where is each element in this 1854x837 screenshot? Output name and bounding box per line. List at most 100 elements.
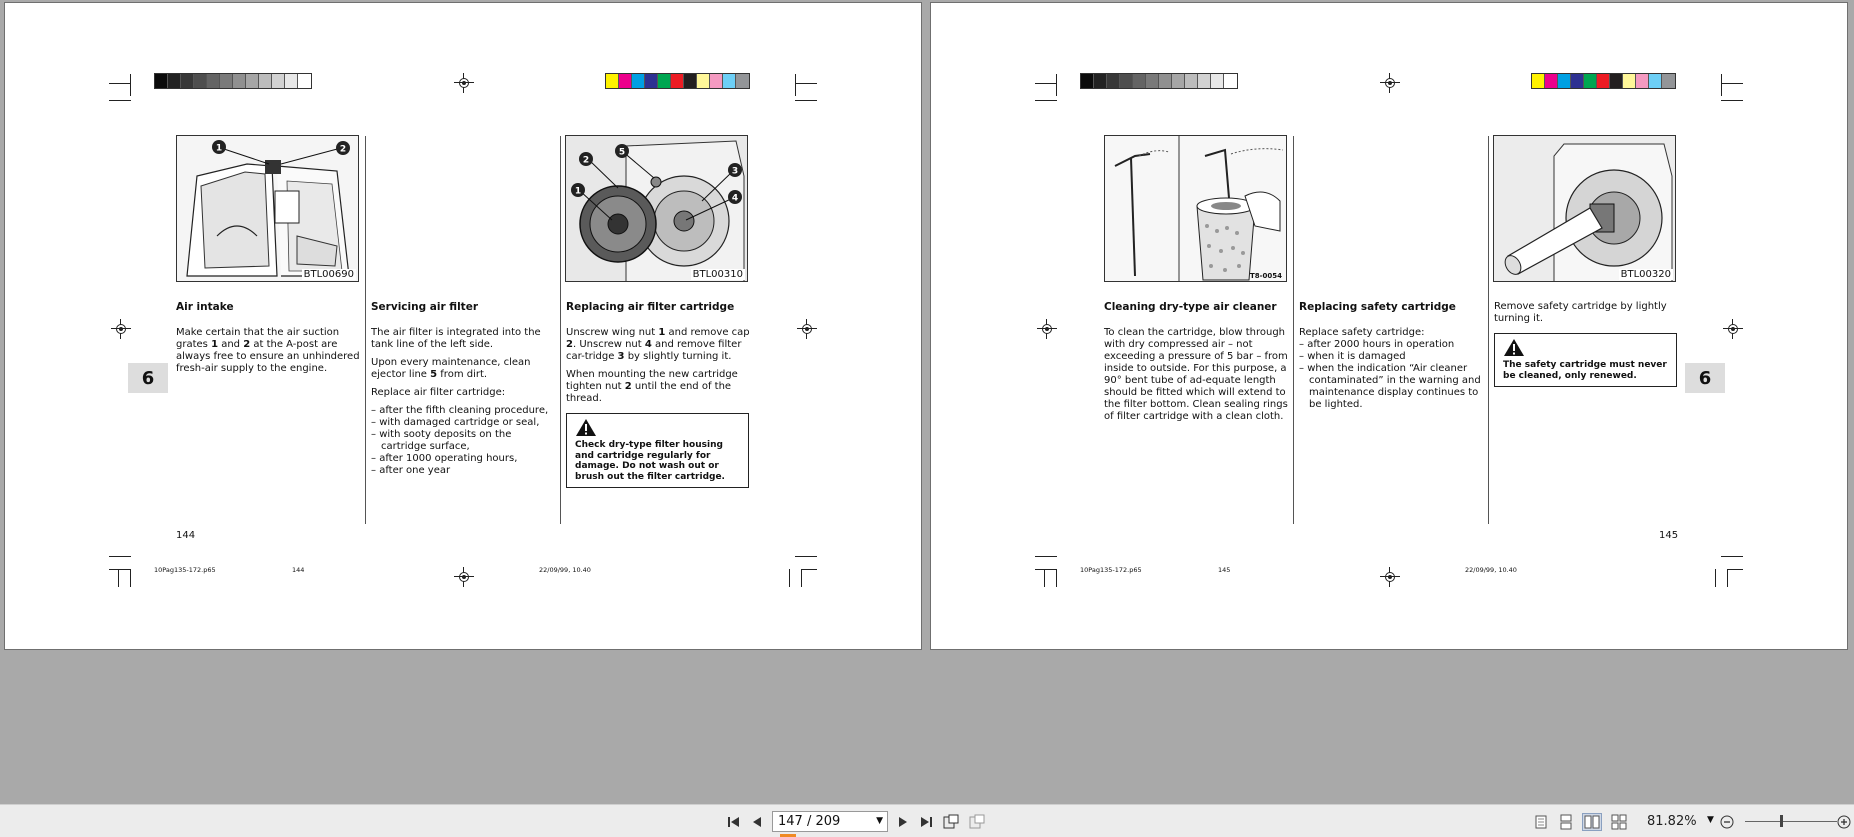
viewer-toolbar: 147 / 209 ▼ 81.82% ▼ <box>0 804 1854 837</box>
single-page-view-icon[interactable] <box>1533 813 1549 831</box>
list-item: when the indication “Air cleaner contami… <box>1299 363 1487 411</box>
callout-label: 1 <box>575 187 581 197</box>
color-swatch <box>1081 74 1094 88</box>
two-page-view-icon[interactable] <box>1582 813 1602 831</box>
list-item: after the fifth cleaning procedure, <box>371 405 559 417</box>
slug-date: 22/09/99, 10.40 <box>1465 566 1517 574</box>
replacing-safety-cartridge-column: Replacing safety cartridge Replace safet… <box>1299 301 1487 411</box>
callout-5: 5 <box>615 144 629 158</box>
section-paragraph: Upon every maintenance, clean ejector li… <box>371 357 531 380</box>
color-swatch <box>1107 74 1120 88</box>
color-swatch <box>619 74 632 88</box>
process-color-bar <box>605 73 750 89</box>
color-swatch <box>298 74 311 88</box>
color-swatch <box>606 74 619 88</box>
callout-label: 4 <box>732 194 738 204</box>
callout-label: 3 <box>732 167 738 177</box>
zoom-out-icon[interactable] <box>1719 813 1735 831</box>
section-title: Air intake <box>176 301 234 313</box>
fit-width-icon[interactable] <box>968 813 986 831</box>
crop-mark <box>1715 569 1716 587</box>
warning-triangle-icon <box>576 419 596 436</box>
color-swatch <box>1172 74 1185 88</box>
fit-page-icon[interactable] <box>942 813 960 831</box>
warning-text: The safety cartridge must never be clean… <box>1503 360 1667 381</box>
page-number-input[interactable]: 147 / 209 ▼ <box>772 811 888 832</box>
continuous-view-icon[interactable] <box>1558 813 1574 831</box>
zoom-slider-thumb[interactable] <box>1780 815 1783 827</box>
prev-page-icon[interactable] <box>750 813 764 831</box>
replacement-conditions-list: after 2000 hours in operation when it is… <box>1299 339 1487 411</box>
slug-file: 10Pag135-172.p65 <box>154 566 216 574</box>
crop-mark <box>1035 556 1057 557</box>
remove-safety-cartridge-column: Remove safety cartridge by lightly turni… <box>1494 301 1682 387</box>
color-swatch <box>1224 74 1237 88</box>
crop-mark <box>130 74 131 96</box>
crop-mark <box>795 83 817 84</box>
section-body: To clean the cartridge, blow through wit… <box>1104 327 1288 422</box>
crop-mark <box>109 100 131 101</box>
chevron-down-icon[interactable]: ▼ <box>876 812 883 831</box>
color-swatch <box>632 74 645 88</box>
color-swatch <box>710 74 723 88</box>
color-swatch <box>697 74 710 88</box>
color-swatch <box>285 74 298 88</box>
color-swatch <box>1185 74 1198 88</box>
color-swatch <box>1532 74 1545 88</box>
zoom-dropdown-chevron-down-icon[interactable]: ▼ <box>1707 815 1714 825</box>
figure-code: T8-0054 <box>1249 272 1282 280</box>
zoom-slider-track[interactable] <box>1745 821 1837 822</box>
color-swatch <box>658 74 671 88</box>
crop-mark <box>1056 74 1057 96</box>
zoom-level: 81.82% <box>1647 814 1697 829</box>
crop-mark <box>109 556 131 557</box>
crop-mark <box>789 569 790 587</box>
left-document-page: 1 2 BTL00690 1 2 3 4 5 BTL00310 6 Air in… <box>4 2 922 650</box>
crop-mark <box>1721 556 1743 557</box>
color-swatch <box>246 74 259 88</box>
crop-mark <box>1035 83 1057 84</box>
figure-code: BTL00320 <box>1618 269 1673 280</box>
zoom-in-icon[interactable] <box>1836 813 1852 831</box>
slug-page: 145 <box>1218 566 1231 574</box>
warning-box: Check dry-type filter housing and cartri… <box>566 413 749 488</box>
color-swatch <box>194 74 207 88</box>
slug-date: 22/09/99, 10.40 <box>539 566 591 574</box>
registration-crosshair-icon <box>1380 567 1400 587</box>
crop-mark <box>1044 569 1045 587</box>
next-page-icon[interactable] <box>896 813 910 831</box>
section-paragraph: Remove safety cartridge by lightly turni… <box>1494 301 1667 324</box>
first-page-icon[interactable] <box>726 813 742 831</box>
replacing-air-filter-column: Replacing air filter cartridge Unscrew w… <box>566 301 754 488</box>
callout-3: 3 <box>728 163 742 177</box>
callout-2: 2 <box>579 152 593 166</box>
air-filter-figure: 1 2 3 4 5 BTL00310 <box>565 135 748 282</box>
compressed-air-cleaning-illustration <box>1105 136 1286 281</box>
color-swatch <box>1120 74 1133 88</box>
color-swatch <box>723 74 736 88</box>
last-page-icon[interactable] <box>918 813 934 831</box>
section-paragraph: Replace safety cartridge: <box>1299 327 1425 338</box>
safety-cartridge-illustration <box>1494 136 1675 281</box>
warning-text: Check dry-type filter housing and cartri… <box>575 440 725 482</box>
color-swatch <box>220 74 233 88</box>
warning-triangle-icon <box>1504 339 1524 356</box>
color-swatch <box>1597 74 1610 88</box>
air-intake-column: Air intake Make certain that the air suc… <box>176 301 364 381</box>
two-page-continuous-icon[interactable] <box>1610 813 1628 831</box>
gray-color-bar <box>1080 73 1238 89</box>
color-swatch <box>1558 74 1571 88</box>
section-paragraph: The air filter is integrated into the ta… <box>371 327 541 350</box>
registration-crosshair-icon <box>1037 319 1057 339</box>
list-item: after 1000 operating hours, <box>371 453 559 465</box>
callout-label: 2 <box>583 156 589 166</box>
page-number: 145 <box>1659 530 1679 541</box>
color-swatch <box>168 74 181 88</box>
column-rule <box>365 136 366 524</box>
color-swatch <box>1571 74 1584 88</box>
slug-file: 10Pag135-172.p65 <box>1080 566 1142 574</box>
color-swatch <box>1146 74 1159 88</box>
color-swatch <box>1662 74 1675 88</box>
color-swatch <box>1198 74 1211 88</box>
process-color-bar <box>1531 73 1676 89</box>
